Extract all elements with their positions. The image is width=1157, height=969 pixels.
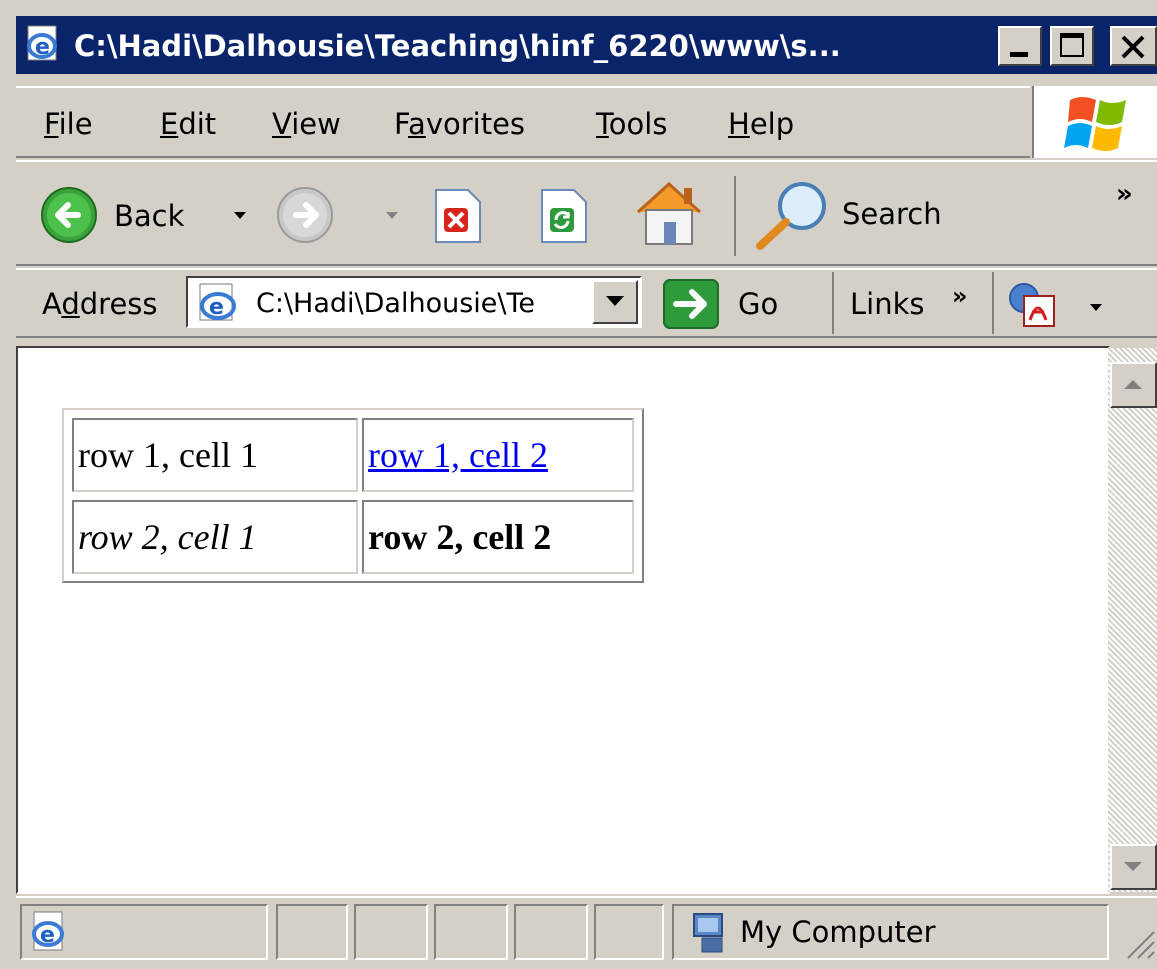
svg-text:e: e	[209, 295, 224, 320]
cell-link[interactable]: row 1, cell 2	[368, 435, 548, 475]
back-arrow-icon	[41, 187, 97, 243]
stop-icon	[435, 189, 481, 243]
address-label: Address	[42, 287, 158, 321]
ie-page-icon: e	[24, 24, 62, 64]
stop-button[interactable]	[430, 188, 486, 244]
pdf-dropdown-icon	[1090, 304, 1102, 311]
pdf-icon	[1009, 283, 1055, 327]
chevron-down-icon	[606, 296, 624, 306]
status-zone-label: My Computer	[740, 915, 936, 949]
refresh-icon	[541, 189, 587, 243]
pdf-button[interactable]	[1006, 280, 1106, 328]
resize-grip-icon	[1127, 931, 1155, 959]
svg-text:e: e	[35, 35, 50, 60]
status-pane	[276, 904, 348, 960]
forward-dropdown-icon	[386, 212, 398, 219]
table-cell: row 1, cell 1	[72, 418, 358, 492]
maximize-button[interactable]	[1050, 26, 1094, 66]
chevron-up-icon	[1124, 380, 1142, 389]
scroll-down-button[interactable]	[1110, 844, 1157, 890]
windows-logo-icon	[1064, 97, 1126, 151]
links-separator	[832, 272, 834, 334]
status-pane-main: e	[20, 904, 268, 960]
resize-grip[interactable]	[1120, 924, 1156, 960]
go-arrow-icon	[663, 279, 719, 329]
table-cell: row 2, cell 1	[72, 500, 358, 574]
home-icon	[636, 181, 702, 245]
maximize-icon	[1060, 33, 1084, 57]
magnifier-icon	[756, 182, 826, 250]
menu-help[interactable]: Help	[728, 104, 794, 144]
brand-throbber	[1032, 86, 1157, 158]
status-pane	[514, 904, 588, 960]
links-button[interactable]: Links	[850, 284, 925, 324]
search-label: Search	[842, 197, 942, 231]
menu-favorites[interactable]: Favorites	[394, 104, 525, 144]
back-label: Back	[114, 199, 185, 233]
close-button[interactable]	[1110, 26, 1157, 66]
svg-text:e: e	[40, 923, 55, 948]
menu-view[interactable]: View	[272, 104, 341, 144]
my-computer-icon	[693, 913, 723, 953]
address-value[interactable]: C:\Hadi\Dalhousie\Te	[256, 284, 586, 324]
table-cell-link[interactable]: row 1, cell 2	[362, 418, 634, 492]
ie-page-icon: e	[32, 911, 64, 951]
forward-arrow-icon	[277, 187, 333, 243]
home-button[interactable]	[630, 178, 708, 248]
toolbar-separator	[734, 176, 736, 256]
ie-page-icon: e	[196, 282, 246, 324]
back-button[interactable]: Back	[40, 186, 246, 244]
close-icon	[1121, 35, 1145, 59]
menu-edit[interactable]: Edit	[160, 104, 216, 144]
address-dropdown-button[interactable]	[592, 280, 638, 324]
links-end-separator	[992, 272, 994, 334]
table-cell: row 2, cell 2	[362, 500, 634, 574]
forward-button[interactable]	[276, 186, 406, 244]
menu-tools[interactable]: Tools	[596, 104, 667, 144]
window-title: C:\Hadi\Dalhousie\Teaching\hinf_6220\www…	[74, 29, 841, 63]
status-pane	[594, 904, 664, 960]
links-overflow-button[interactable]: »	[952, 276, 968, 316]
toolbar-overflow-button[interactable]: »	[1116, 174, 1133, 214]
menu-file[interactable]: File	[44, 104, 93, 144]
scroll-up-button[interactable]	[1110, 362, 1157, 408]
vertical-scrollbar[interactable]	[1108, 348, 1157, 892]
refresh-button[interactable]	[536, 188, 592, 244]
go-label: Go	[738, 287, 779, 321]
minimize-icon	[1010, 52, 1028, 57]
go-button[interactable]: Go	[662, 278, 802, 330]
minimize-button[interactable]	[998, 26, 1042, 66]
back-dropdown-icon	[234, 212, 246, 219]
status-pane	[434, 904, 508, 960]
search-button[interactable]: Search	[750, 178, 960, 252]
chevron-down-icon	[1124, 862, 1142, 871]
status-pane	[354, 904, 428, 960]
